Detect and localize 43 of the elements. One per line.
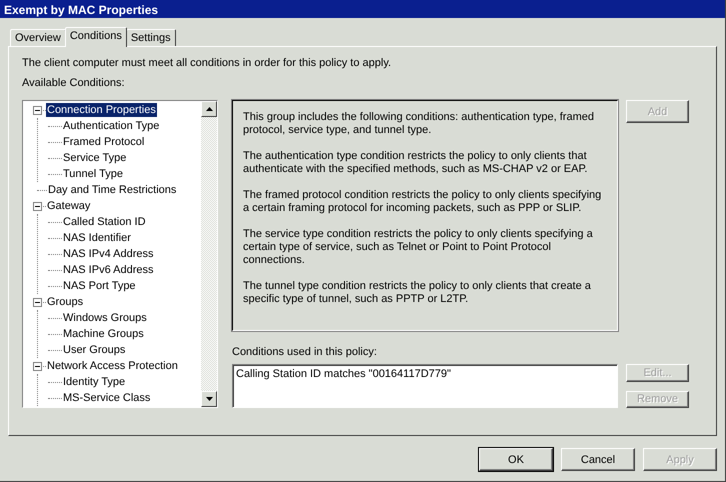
description-text: The tunnel type condition restricts the policy to only clients that create a specific type of tunnel, such as PPTP or L2TP.	[243, 280, 592, 306]
scroll-up-icon	[206, 107, 212, 111]
dialog-button[interactable]: Cancel	[561, 448, 635, 471]
tree-item[interactable]: Windows Groups	[62, 311, 148, 325]
tree-item[interactable]: User Groups	[62, 343, 126, 357]
tree-item[interactable]: Network Access Protection	[46, 359, 179, 373]
conditions-tree[interactable]	[22, 100, 218, 408]
tree-item[interactable]: Day and Time Restrictions	[47, 183, 178, 197]
condition-item[interactable]: Calling Station ID matches "00164117D779"	[236, 367, 614, 381]
tree-item[interactable]: NAS Port Type	[62, 279, 137, 293]
description-text: This group includes the following conditions: authentication type, framed protocol, service type, and tunnel type.	[243, 111, 595, 137]
description-text: The service type condition restricts the policy to only clients specifying a certain type of service, such as Telnet or Point to Point Protocol connections.	[243, 228, 594, 267]
available-label: Available Conditions:	[22, 76, 126, 90]
description-text: The authentication type condition restricts the policy to only clients that authenticate with the specified methods, such as MS-CHAP v2 or EAP.	[243, 150, 588, 176]
tab[interactable]: Conditions	[64, 27, 127, 47]
tree-item[interactable]: Gateway	[46, 199, 92, 213]
tree-item[interactable]: Framed Protocol	[62, 135, 146, 149]
description-text: The framed protocol condition restricts the policy to only clients specifying a certain framing protocol for incoming packets, such as PPP or SLIP.	[243, 189, 602, 215]
conditions-list[interactable]: Calling Station ID matches "00164117D779"	[232, 364, 618, 408]
collapse-icon[interactable]	[33, 298, 42, 306]
tree-item[interactable]: Connection Properties	[46, 103, 157, 117]
collapse-icon[interactable]	[33, 362, 42, 370]
tree-item[interactable]: NAS Identifier	[62, 231, 132, 245]
tree-item[interactable]: NAS IPv4 Address	[62, 247, 154, 261]
tree-item[interactable]: MS-Service Class	[62, 391, 152, 405]
scroll-down-icon	[206, 397, 212, 401]
tree-item[interactable]: Machine Groups	[62, 327, 145, 341]
window-title: Exempt by MAC Properties	[0, 0, 725, 18]
intro-text: The client computer must meet all conditions in order for this policy to apply.	[22, 56, 392, 70]
tree-item[interactable]: Called Station ID	[62, 215, 147, 229]
tab[interactable]: Overview	[10, 29, 66, 46]
tree-item[interactable]: Groups	[46, 295, 84, 309]
dialog-button[interactable]: OK	[479, 448, 553, 471]
tree-item[interactable]: Authentication Type	[62, 119, 160, 133]
tree-item[interactable]: Service Type	[62, 151, 128, 165]
collapse-icon[interactable]	[33, 202, 42, 210]
tab[interactable]: Settings	[126, 29, 176, 46]
scrollbar[interactable]	[201, 101, 217, 407]
tree-item[interactable]: Identity Type	[62, 375, 126, 389]
tree-item[interactable]: Tunnel Type	[62, 167, 124, 181]
tree-item[interactable]: NAS IPv6 Address	[62, 263, 154, 277]
collapse-icon[interactable]	[33, 106, 42, 114]
conditions-used-label: Conditions used in this policy:	[232, 345, 377, 359]
